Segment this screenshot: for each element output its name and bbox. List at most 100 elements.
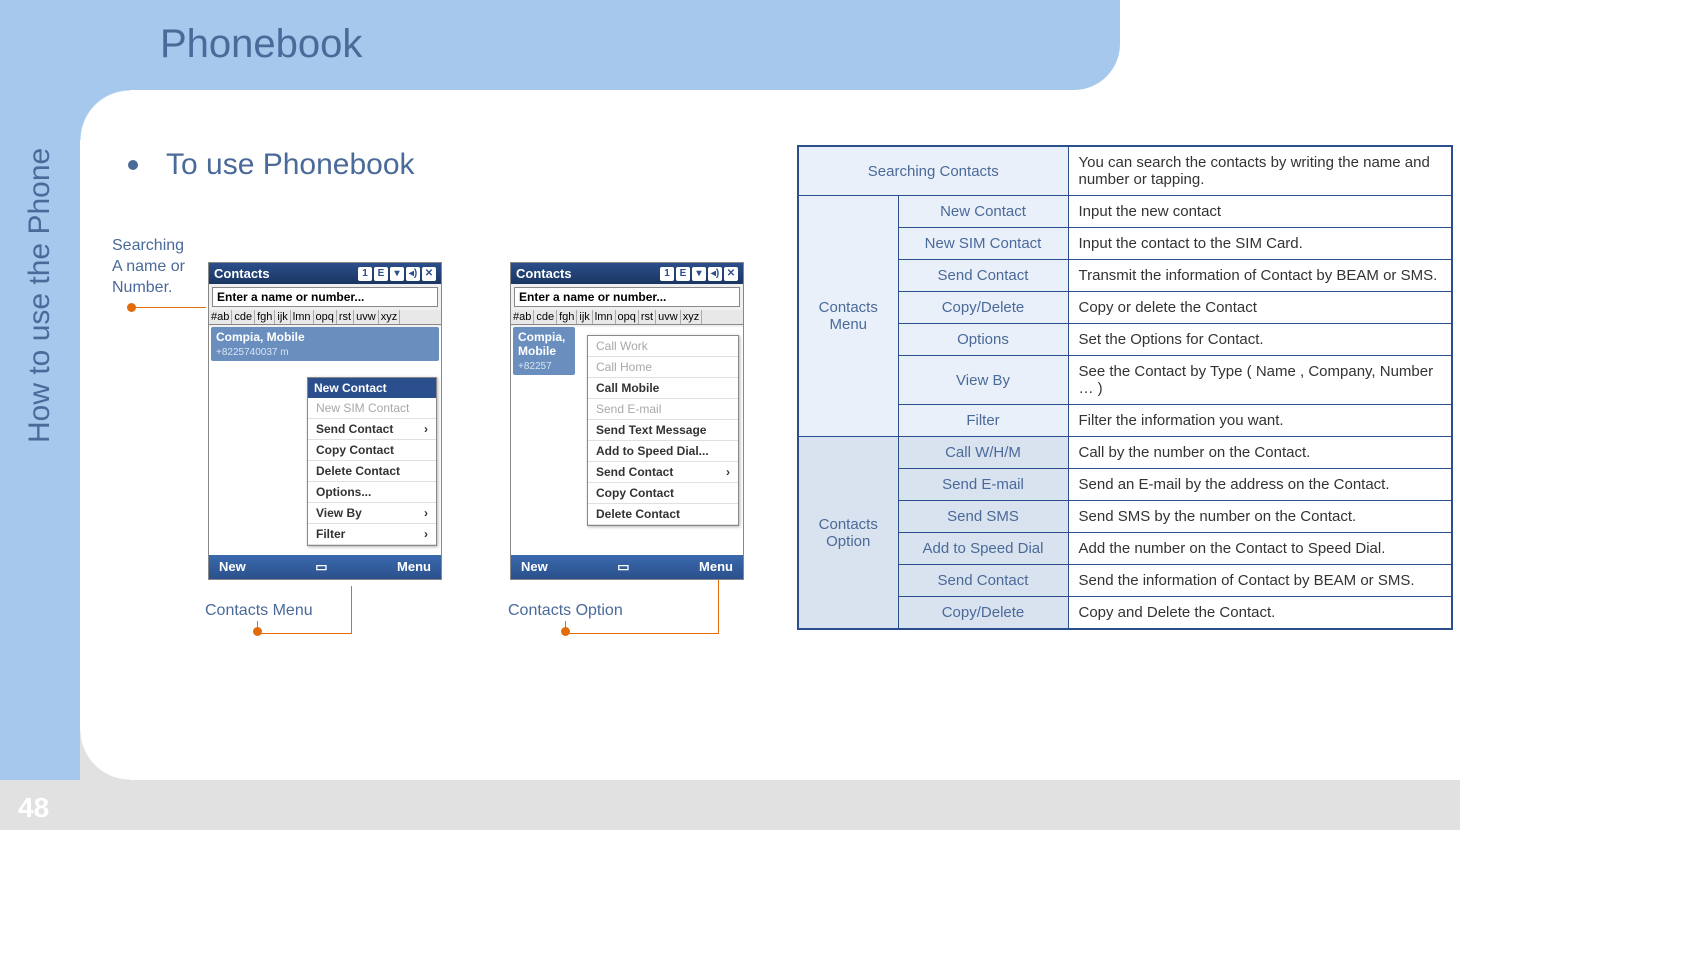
context-menu[interactable]: New Contact New SIM Contact Send Contact… [307, 377, 437, 546]
tab[interactable]: lmn [291, 310, 314, 324]
menu-item[interactable]: Call Work [588, 336, 738, 357]
row-value: Copy and Delete the Contact. [1068, 597, 1452, 630]
context-menu[interactable]: Call Work Call Home Call Mobile Send E-m… [587, 335, 739, 526]
search-input[interactable]: Enter a name or number... [514, 287, 740, 307]
softkey-left[interactable]: New [521, 559, 548, 575]
tab[interactable]: lmn [593, 310, 616, 324]
softkey-bar: New ▭ Menu [511, 555, 743, 579]
menu-item[interactable]: Add to Speed Dial... [588, 441, 738, 462]
contact-row[interactable]: Compia, Mobile +8225740037 m [211, 327, 439, 361]
row-key: Options [898, 324, 1068, 356]
table-row: Contacts Menu New Contact Input the new … [798, 196, 1452, 228]
annotation-line [134, 307, 206, 308]
tab[interactable]: opq [314, 310, 337, 324]
group-label: Contacts Option [798, 437, 898, 630]
annotation-dot [561, 627, 570, 636]
phone-screenshot-option: Contacts 1E▾◂)✕ Enter a name or number..… [510, 262, 744, 580]
row-key: Copy/Delete [898, 597, 1068, 630]
row-key: Call W/H/M [898, 437, 1068, 469]
tab[interactable]: cde [232, 310, 255, 324]
annotation-contacts-option: Contacts Option [508, 601, 623, 622]
reference-table: Searching Contacts You can search the co… [797, 145, 1453, 630]
row-value: Send SMS by the number on the Contact. [1068, 501, 1452, 533]
annotation-line [565, 633, 719, 634]
row-value: Call by the number on the Contact. [1068, 437, 1452, 469]
row-value: Filter the information you want. [1068, 405, 1452, 437]
row-value: You can search the contacts by writing t… [1068, 146, 1452, 196]
search-input[interactable]: Enter a name or number... [212, 287, 438, 307]
contact-row[interactable]: Compia, Mobile +82257 [513, 327, 575, 375]
tab[interactable]: #ab [511, 310, 534, 324]
annotation-line [257, 621, 258, 628]
alpha-tabs[interactable]: #abcdefghijklmnopqrstuvwxyz [209, 310, 441, 325]
tab[interactable]: opq [616, 310, 639, 324]
annotation-line [565, 621, 566, 628]
tab[interactable]: xyz [681, 310, 703, 324]
softkey-left[interactable]: New [219, 559, 246, 575]
tab[interactable]: rst [337, 310, 354, 324]
page: Phonebook How to use the Phone 48 To use… [0, 0, 1450, 830]
menu-item[interactable]: Delete Contact [588, 504, 738, 525]
menu-item[interactable]: Send Text Message [588, 420, 738, 441]
menu-item[interactable]: New SIM Contact [308, 398, 436, 419]
contact-name: Compia, Mobile [216, 330, 305, 344]
menu-item[interactable]: View By [308, 503, 436, 524]
phone-titlebar: Contacts 1E▾◂)✕ [209, 263, 441, 284]
row-key: Searching Contacts [798, 146, 1068, 196]
footer-bg [0, 780, 1460, 830]
menu-item[interactable]: Options... [308, 482, 436, 503]
tab[interactable]: rst [639, 310, 656, 324]
annotation-search: Searching A name or Number. [112, 236, 185, 298]
bullet-icon [128, 160, 138, 170]
tab[interactable]: uvw [354, 310, 379, 324]
menu-item[interactable]: Send Contact [308, 419, 436, 440]
page-title: Phonebook [160, 22, 362, 67]
contact-name: Compia, Mobile [518, 330, 565, 358]
phone-title: Contacts [516, 266, 572, 281]
menu-item[interactable]: Filter [308, 524, 436, 545]
annotation-line [351, 586, 352, 634]
row-key: Add to Speed Dial [898, 533, 1068, 565]
softkey-right[interactable]: Menu [699, 559, 733, 575]
row-key: Send Contact [898, 565, 1068, 597]
tab[interactable]: ijk [577, 310, 592, 324]
row-key: Send Contact [898, 260, 1068, 292]
table-row: Searching Contacts You can search the co… [798, 146, 1452, 196]
phone-body: Compia, Mobile +8225740037 m New Contact… [209, 327, 441, 555]
row-value: Input the new contact [1068, 196, 1452, 228]
annotation-contacts-menu: Contacts Menu [205, 601, 313, 622]
softkey-center-icon[interactable]: ▭ [617, 559, 629, 575]
page-number: 48 [18, 792, 49, 824]
tab[interactable]: uvw [656, 310, 681, 324]
row-value: Add the number on the Contact to Speed D… [1068, 533, 1452, 565]
tab[interactable]: ijk [275, 310, 290, 324]
menu-header[interactable]: New Contact [308, 378, 436, 398]
corner-bottom [80, 730, 130, 780]
row-value: Copy or delete the Contact [1068, 292, 1452, 324]
menu-item[interactable]: Copy Contact [308, 440, 436, 461]
menu-item[interactable]: Call Home [588, 357, 738, 378]
row-key: New Contact [898, 196, 1068, 228]
softkey-right[interactable]: Menu [397, 559, 431, 575]
menu-item[interactable]: Delete Contact [308, 461, 436, 482]
row-key: View By [898, 356, 1068, 405]
phone-body: Compia, Mobile +82257 Call Work Call Hom… [511, 327, 743, 555]
tab[interactable]: xyz [379, 310, 401, 324]
table-row: Contacts Option Call W/H/M Call by the n… [798, 437, 1452, 469]
status-icons: 1E▾◂)✕ [358, 267, 436, 281]
tab[interactable]: fgh [557, 310, 577, 324]
tab[interactable]: fgh [255, 310, 275, 324]
tab[interactable]: cde [534, 310, 557, 324]
row-value: Send an E-mail by the address on the Con… [1068, 469, 1452, 501]
row-key: New SIM Contact [898, 228, 1068, 260]
menu-item[interactable]: Send Contact [588, 462, 738, 483]
menu-item[interactable]: Call Mobile [588, 378, 738, 399]
row-value: Send the information of Contact by BEAM … [1068, 565, 1452, 597]
softkey-center-icon[interactable]: ▭ [315, 559, 327, 575]
menu-item[interactable]: Send E-mail [588, 399, 738, 420]
menu-item[interactable]: Copy Contact [588, 483, 738, 504]
annotation-line [257, 633, 352, 634]
tab[interactable]: #ab [209, 310, 232, 324]
phone-title: Contacts [214, 266, 270, 281]
alpha-tabs[interactable]: #abcdefghijklmnopqrstuvwxyz [511, 310, 743, 325]
